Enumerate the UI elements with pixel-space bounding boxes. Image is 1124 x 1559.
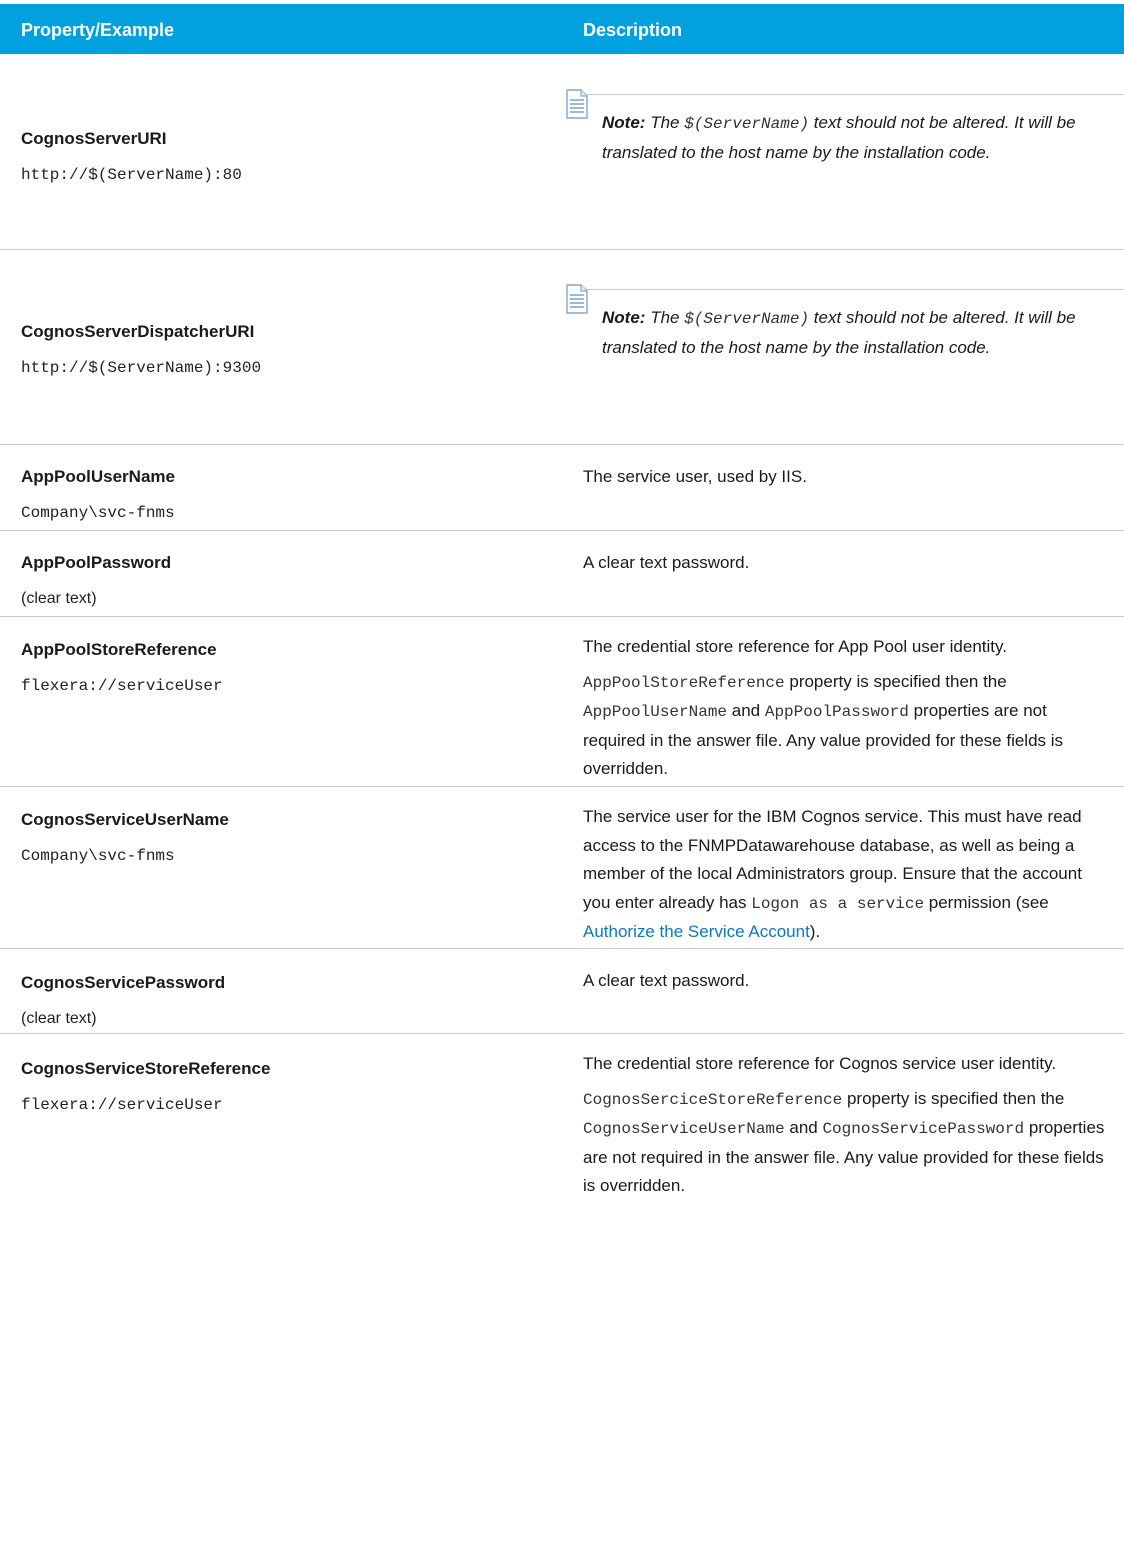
note-icon (566, 89, 588, 119)
note-code: $(ServerName) (684, 115, 810, 133)
text-run: and (727, 701, 765, 720)
text-run: property is specified then the (784, 671, 1007, 691)
description-text: A clear text password. (583, 971, 750, 990)
table-row: CognosServiceStoreReference flexera://se… (0, 1034, 1124, 1534)
note-label: Note: (602, 308, 646, 327)
property-cell: CognosServiceUserName Company\svc-fnms (21, 809, 541, 867)
property-example: Company\svc-fnms (21, 847, 175, 865)
property-name: AppPoolStoreReference (21, 640, 217, 659)
property-cell: CognosServerURI http://$(ServerName):80 (21, 128, 541, 186)
property-cell: AppPoolPassword (clear text) (21, 552, 541, 610)
description-text: CognosSerciceStoreReference property is … (583, 1085, 1113, 1201)
note-box: Note: The $(ServerName) text should not … (566, 89, 1124, 235)
inline-code: AppPoolUserName (583, 703, 728, 721)
note-code: $(ServerName) (684, 310, 810, 328)
property-cell: CognosServicePassword (clear text) (21, 972, 541, 1030)
table-row: AppPoolStoreReference flexera://serviceU… (0, 617, 1124, 787)
inline-code: AppPoolStoreReference (583, 673, 785, 692)
property-example: flexera://serviceUser (21, 677, 223, 695)
property-example: Company\svc-fnms (21, 504, 175, 522)
table-row: CognosServerDispatcherURI http://$(Serve… (0, 250, 1124, 445)
note-text: Note: The $(ServerName) text should not … (602, 304, 1102, 362)
inline-code: CognosServicePassword (822, 1120, 1025, 1138)
note-label: Note: (602, 113, 646, 132)
property-name: CognosServiceStoreReference (21, 1059, 271, 1078)
description-text: A clear text password. (583, 553, 750, 572)
property-cell: AppPoolStoreReference flexera://serviceU… (21, 639, 541, 697)
note-text-pre: The (650, 308, 680, 327)
property-example: flexera://serviceUser (21, 1096, 223, 1114)
inline-code: CognosSerciceStoreReference (583, 1090, 843, 1109)
note-icon (566, 284, 588, 314)
description-cell: The credential store reference for App P… (583, 633, 1113, 784)
property-cell: AppPoolUserName Company\svc-fnms (21, 466, 541, 524)
property-example: http://$(ServerName):80 (21, 166, 242, 184)
description-text: The credential store reference for Cogno… (583, 1054, 1057, 1073)
table-row: AppPoolPassword (clear text) A clear tex… (0, 531, 1124, 617)
table-row: CognosServerURI http://$(ServerName):80 … (0, 55, 1124, 250)
description-cell: The service user, used by IIS. (583, 463, 1113, 492)
description-cell: The service user for the IBM Cognos serv… (583, 803, 1113, 947)
property-name: CognosServerURI (21, 129, 167, 148)
property-name: CognosServiceUserName (21, 810, 229, 829)
property-example: (clear text) (21, 590, 97, 607)
property-cell: CognosServerDispatcherURI http://$(Serve… (21, 321, 541, 379)
table-row: CognosServiceUserName Company\svc-fnms T… (0, 787, 1124, 949)
inline-code: Logon as a service (751, 894, 925, 913)
description-text: The credential store reference for App P… (583, 637, 1007, 656)
property-cell: CognosServiceStoreReference flexera://se… (21, 1058, 541, 1116)
text-run: ). (809, 922, 821, 941)
column-header-property: Property/Example (21, 20, 175, 40)
description-text: The service user, used by IIS. (583, 467, 807, 486)
text-run: property is specified then the (842, 1088, 1065, 1108)
description-text: The service user for the IBM Cognos serv… (583, 803, 1113, 947)
inline-code: CognosServiceUserName (583, 1120, 785, 1138)
text-run: and (784, 1118, 823, 1137)
property-example: http://$(ServerName):9300 (21, 359, 262, 377)
table-row: AppPoolUserName Company\svc-fnms The ser… (0, 445, 1124, 531)
description-cell: The credential store reference for Cogno… (583, 1050, 1113, 1201)
inline-code: AppPoolPassword (764, 703, 909, 721)
table-row: CognosServicePassword (clear text) A cle… (0, 949, 1124, 1034)
description-cell: A clear text password. (583, 549, 1113, 578)
property-name: CognosServicePassword (21, 973, 226, 992)
property-example: (clear text) (21, 1010, 97, 1027)
table-header: Property/Example Description (0, 4, 1124, 54)
property-name: AppPoolUserName (21, 467, 175, 486)
column-header-description: Description (583, 20, 683, 40)
authorize-service-account-link[interactable]: Authorize the Service Account (583, 922, 810, 941)
description-text: AppPoolStoreReference property is specif… (583, 668, 1113, 784)
note-text: Note: The $(ServerName) text should not … (602, 109, 1102, 167)
description-cell: A clear text password. (583, 967, 1113, 996)
note-box: Note: The $(ServerName) text should not … (566, 284, 1124, 430)
property-name: CognosServerDispatcherURI (21, 322, 255, 341)
property-name: AppPoolPassword (21, 553, 172, 572)
text-run: permission (see (924, 892, 1049, 912)
note-text-pre: The (650, 113, 680, 132)
